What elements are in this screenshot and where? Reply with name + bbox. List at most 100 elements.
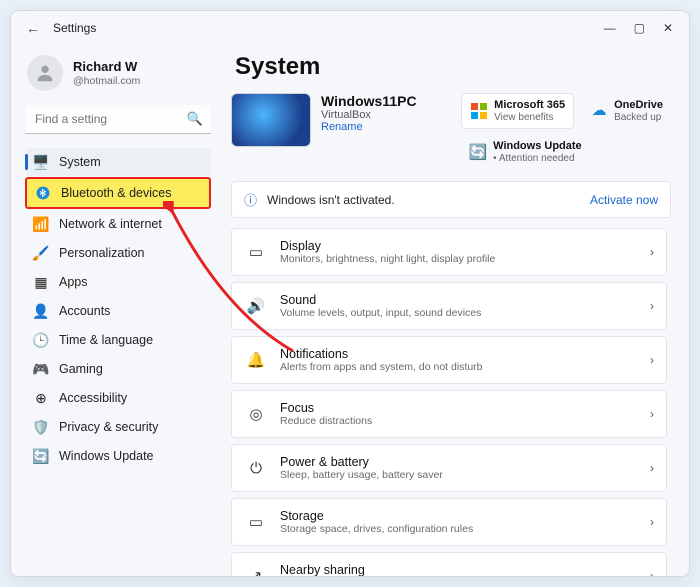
power-battery-icon: ⏻	[244, 460, 268, 477]
card-title: Sound	[280, 293, 650, 307]
card-subtitle: Reduce distractions	[280, 415, 650, 427]
display-icon: ▭	[244, 243, 268, 261]
minimize-button[interactable]: —	[604, 21, 616, 35]
sidebar-item-label: System	[59, 155, 101, 169]
focus-icon: ◎	[244, 405, 268, 423]
gaming-icon: 🎮	[33, 361, 49, 377]
card-sound[interactable]: 🔊SoundVolume levels, output, input, soun…	[231, 282, 667, 330]
chevron-right-icon: ›	[650, 299, 654, 313]
promo-update[interactable]: 🔄 Windows Update • Attention needed	[461, 135, 671, 169]
card-subtitle: Sleep, battery usage, battery saver	[280, 469, 650, 481]
sidebar-item-personalization[interactable]: 🖌️Personalization	[25, 239, 211, 267]
device-name: Windows11PC	[321, 93, 451, 109]
storage-icon: ▭	[244, 513, 268, 531]
back-button[interactable]: ←	[19, 20, 47, 36]
promo-ms365-title: Microsoft 365	[494, 99, 565, 112]
notifications-icon: 🔔	[244, 351, 268, 369]
sidebar: Richard W @hotmail.com 🔍 🖥️System Bluetoo…	[11, 45, 221, 576]
device-info: Windows11PC VirtualBox Rename	[321, 93, 451, 133]
sidebar-item-time-language[interactable]: 🕒 Time & language	[25, 326, 211, 354]
sidebar-item-label: Accounts	[59, 304, 110, 318]
profile-text: Richard W @hotmail.com	[73, 59, 140, 87]
sidebar-item-privacy-security[interactable]: 🛡️ Privacy & security	[25, 413, 211, 441]
time-language-icon: 🕒	[33, 332, 49, 348]
sidebar-item-label: Network & internet	[59, 217, 162, 231]
card-title: Notifications	[280, 347, 650, 361]
network-internet-icon: 📶	[33, 216, 49, 232]
sidebar-item-label: Windows Update	[59, 449, 154, 463]
search-box[interactable]: 🔍	[25, 105, 211, 134]
window-controls: — ▢ ✕	[604, 21, 681, 35]
card-title: Power & battery	[280, 455, 650, 469]
card-subtitle: Alerts from apps and system, do not dist…	[280, 361, 650, 373]
activation-text: Windows isn't activated.	[267, 193, 395, 207]
bluetooth-devices-icon	[35, 185, 51, 201]
profile-name: Richard W	[73, 59, 140, 75]
sound-icon: 🔊	[244, 297, 268, 315]
privacy-security-icon: 🛡️	[33, 419, 49, 435]
sidebar-item-apps[interactable]: ▦Apps	[25, 268, 211, 296]
card-title: Nearby sharing	[280, 563, 650, 576]
card-subtitle: Monitors, brightness, night light, displ…	[280, 253, 650, 265]
promo-onedrive-title: OneDrive	[614, 99, 663, 112]
card-title: Storage	[280, 509, 650, 523]
profile-block[interactable]: Richard W @hotmail.com	[27, 55, 211, 91]
promo-ms365-sub: View benefits	[494, 112, 565, 124]
card-nearby-sharing[interactable]: ↗Nearby sharingDiscoverability, received…	[231, 552, 667, 576]
titlebar: ← Settings — ▢ ✕	[11, 11, 689, 45]
sidebar-item-label: Apps	[59, 275, 88, 289]
promo-onedrive[interactable]: ☁ OneDrive Backed up	[582, 93, 671, 129]
settings-cards[interactable]: ▭ DisplayMonitors, brightness, night ligh…	[231, 228, 671, 576]
content-area: Richard W @hotmail.com 🔍 🖥️System Bluetoo…	[11, 45, 689, 576]
card-storage[interactable]: ▭ StorageStorage space, drives, configura…	[231, 498, 667, 546]
close-button[interactable]: ✕	[663, 21, 673, 35]
personalization-icon: 🖌️	[33, 245, 49, 261]
sidebar-item-label: Accessibility	[59, 391, 127, 405]
card-focus[interactable]: ◎ FocusReduce distractions›	[231, 390, 667, 438]
promo-onedrive-sub: Backed up	[614, 112, 663, 124]
chevron-right-icon: ›	[650, 515, 654, 529]
settings-window: ← Settings — ▢ ✕ Richard W @hotmail.com …	[10, 10, 690, 577]
sidebar-item-label: Privacy & security	[59, 420, 158, 434]
sidebar-item-system[interactable]: 🖥️System	[25, 148, 211, 176]
nearby-sharing-icon: ↗	[244, 567, 268, 576]
sidebar-item-network-internet[interactable]: 📶 Network & internet	[25, 210, 211, 238]
card-title: Display	[280, 239, 650, 253]
user-icon	[34, 62, 56, 84]
search-icon: 🔍	[187, 111, 203, 127]
promo-ms365[interactable]: Microsoft 365 View benefits	[461, 93, 574, 129]
cloud-icon: ☁	[590, 102, 608, 120]
main-panel: System Windows11PC VirtualBox Rename Mic…	[221, 45, 689, 576]
rename-link[interactable]: Rename	[321, 121, 451, 133]
avatar	[27, 55, 63, 91]
sidebar-item-accounts[interactable]: 👤Accounts	[25, 297, 211, 325]
windows-update-icon: 🔄	[33, 448, 49, 464]
sidebar-item-bluetooth-devices[interactable]: Bluetooth & devices	[25, 177, 211, 209]
sidebar-item-gaming[interactable]: 🎮 Gaming	[25, 355, 211, 383]
promo-update-sub: • Attention needed	[493, 153, 582, 165]
profile-email: @hotmail.com	[73, 75, 140, 88]
sidebar-item-label: Time & language	[59, 333, 153, 347]
activate-link[interactable]: Activate now	[590, 193, 658, 207]
sidebar-item-label: Bluetooth & devices	[61, 186, 172, 200]
microsoft-icon	[470, 102, 488, 120]
card-subtitle: Storage space, drives, configuration rul…	[280, 523, 650, 535]
card-power-battery[interactable]: ⏻ Power & batterySleep, battery usage, ba…	[231, 444, 667, 492]
sidebar-item-accessibility[interactable]: ⊕Accessibility	[25, 384, 211, 412]
maximize-button[interactable]: ▢	[634, 21, 645, 35]
card-notifications[interactable]: 🔔 NotificationsAlerts from apps and syste…	[231, 336, 667, 384]
activation-banner: ⓘ Windows isn't activated. Activate now	[231, 181, 671, 218]
app-title: Settings	[53, 21, 96, 35]
card-title: Focus	[280, 401, 650, 415]
card-display[interactable]: ▭ DisplayMonitors, brightness, night ligh…	[231, 228, 667, 276]
chevron-right-icon: ›	[650, 407, 654, 421]
promo-column: Microsoft 365 View benefits ☁ OneDrive B…	[461, 93, 671, 169]
sidebar-item-label: Gaming	[59, 362, 103, 376]
promo-update-title: Windows Update	[493, 140, 582, 153]
sidebar-item-windows-update[interactable]: 🔄 Windows Update	[25, 442, 211, 470]
device-row: Windows11PC VirtualBox Rename Microsoft …	[231, 93, 671, 169]
chevron-right-icon: ›	[650, 245, 654, 259]
search-input[interactable]	[25, 105, 211, 134]
page-title: System	[235, 53, 671, 81]
chevron-right-icon: ›	[650, 461, 654, 475]
